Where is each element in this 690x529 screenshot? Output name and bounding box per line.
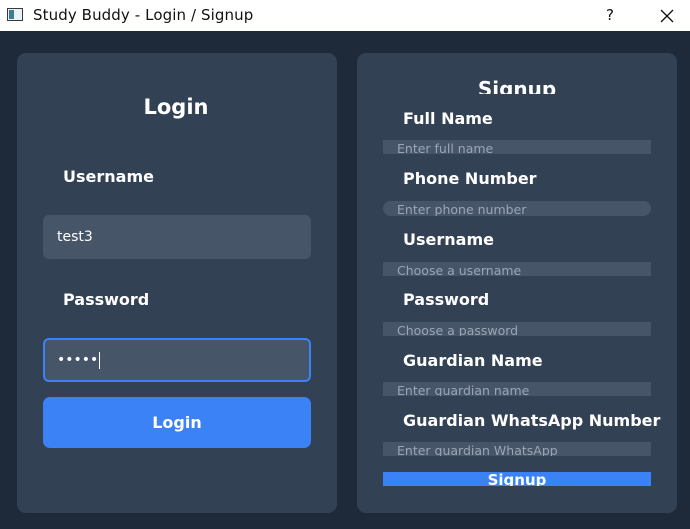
signup-button[interactable]: Signup bbox=[383, 472, 651, 486]
signup-username-input[interactable]: Choose a username bbox=[383, 262, 651, 276]
signup-phone-placeholder: Enter phone number bbox=[397, 202, 527, 216]
help-button[interactable]: ? bbox=[596, 0, 624, 31]
login-heading: Login bbox=[143, 95, 209, 119]
app-icon bbox=[7, 8, 23, 21]
login-password-value: ••••• bbox=[57, 352, 99, 368]
signup-guardian-whatsapp-input[interactable]: Enter guardian WhatsApp bbox=[383, 442, 651, 456]
signup-password-placeholder: Choose a password bbox=[397, 323, 519, 336]
signup-guardian-name-input[interactable]: Enter guardian name bbox=[383, 382, 651, 396]
title-bar: Study Buddy - Login / Signup ? bbox=[0, 0, 690, 31]
window-title: Study Buddy - Login / Signup bbox=[33, 6, 254, 24]
signup-guardian-whatsapp-placeholder: Enter guardian WhatsApp bbox=[397, 443, 558, 456]
signup-heading-clip: Signup bbox=[357, 77, 677, 94]
signup-phone-label: Phone Number bbox=[403, 169, 537, 188]
login-username-value: test3 bbox=[57, 229, 93, 245]
login-password-label: Password bbox=[63, 290, 150, 309]
close-button[interactable] bbox=[650, 0, 684, 31]
signup-phone-input[interactable]: Enter phone number bbox=[383, 201, 651, 216]
signup-guardian-name-placeholder: Enter guardian name bbox=[397, 383, 530, 396]
signup-fullname-label: Full Name bbox=[403, 109, 493, 128]
login-password-input[interactable]: ••••• bbox=[43, 338, 311, 382]
signup-username-label: Username bbox=[403, 230, 494, 249]
login-username-input[interactable]: test3 bbox=[43, 215, 311, 259]
signup-fullname-input[interactable]: Enter full name bbox=[383, 140, 651, 154]
signup-password-label: Password bbox=[403, 290, 490, 309]
login-button[interactable]: Login bbox=[43, 397, 311, 448]
signup-guardian-whatsapp-label: Guardian WhatsApp Number bbox=[403, 411, 661, 430]
signup-guardian-name-label: Guardian Name bbox=[403, 351, 543, 370]
signup-password-input[interactable]: Choose a password bbox=[383, 322, 651, 336]
close-icon bbox=[660, 9, 674, 22]
text-caret bbox=[99, 351, 101, 369]
login-username-label: Username bbox=[63, 167, 154, 186]
signup-panel: Signup Full Name Enter full name Phone N… bbox=[357, 53, 677, 513]
signup-heading: Signup bbox=[477, 77, 557, 94]
signup-fullname-placeholder: Enter full name bbox=[397, 141, 494, 154]
signup-username-placeholder: Choose a username bbox=[397, 263, 522, 276]
login-panel: Login Username test3 Password ••••• Logi… bbox=[17, 53, 337, 513]
